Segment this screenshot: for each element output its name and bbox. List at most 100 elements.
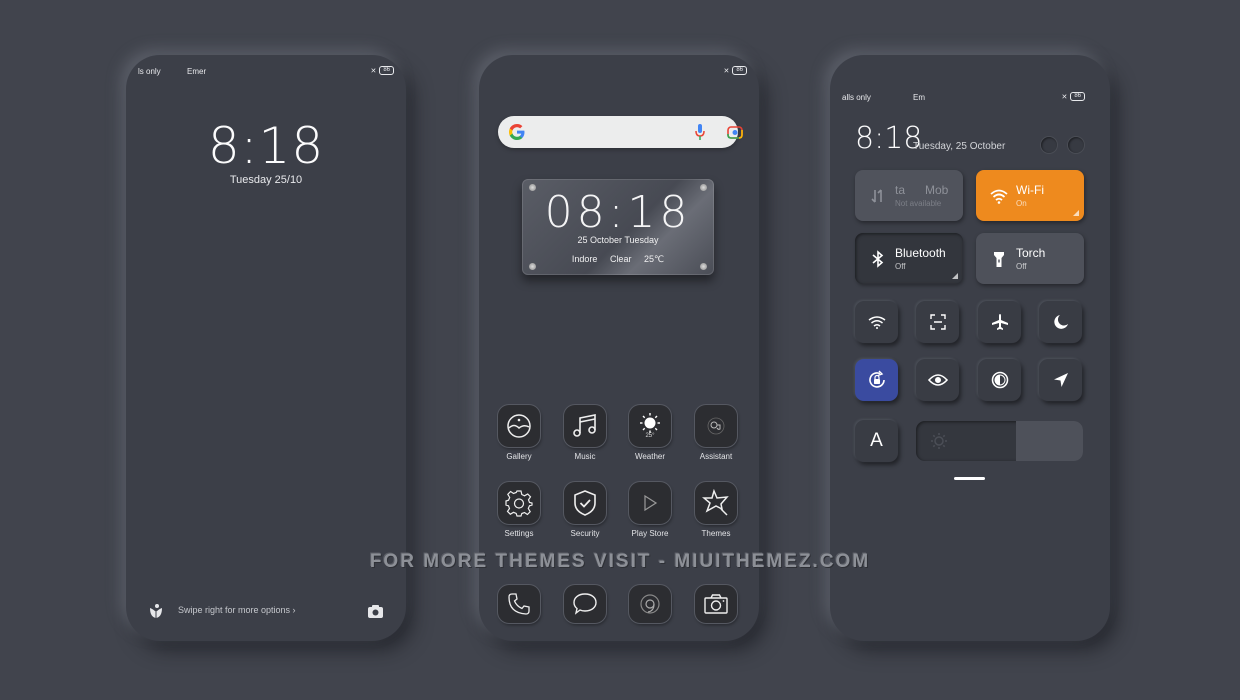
app-gallery[interactable]: Gallery: [489, 405, 549, 461]
expand-corner-icon[interactable]: [1073, 210, 1079, 216]
mobile-data-icon: [871, 189, 882, 203]
camera-icon: [704, 594, 728, 614]
widget-weather: Indore Clear 25℃: [522, 254, 714, 265]
battery-indicator: 86: [732, 66, 747, 75]
tile-title: Wi-Fi: [1016, 183, 1044, 197]
weather-icon: [640, 413, 660, 433]
google-g-icon: [509, 124, 525, 140]
toggle-airplane[interactable]: [978, 301, 1021, 343]
tile-title: Bluetooth: [895, 246, 946, 260]
widget-city: Indore: [571, 254, 598, 264]
app-themes[interactable]: Themes: [686, 482, 746, 538]
carrier-text: alls only: [842, 93, 871, 102]
status-bar: ls only Emer ✕ 86: [126, 65, 406, 79]
dock-camera[interactable]: [686, 585, 746, 623]
no-sim-icon: ✕: [723, 67, 730, 75]
dock-phone[interactable]: [489, 585, 549, 623]
contrast-icon: [991, 371, 1008, 389]
tile-bluetooth[interactable]: Bluetooth Off: [855, 233, 963, 284]
torch-icon: [994, 252, 1004, 267]
carrier-text-2: Em: [913, 93, 925, 102]
app-play-store[interactable]: Play Store: [620, 482, 680, 538]
brightness-icon: [931, 433, 947, 449]
weather-badge: 25°: [645, 433, 655, 439]
cc-date: Tuesday, 25 October: [913, 141, 1006, 152]
lens-icon[interactable]: [727, 124, 743, 140]
app-label: Gallery: [506, 452, 532, 461]
flower-icon[interactable]: [148, 603, 164, 619]
dock-messages[interactable]: [555, 585, 615, 623]
security-icon: [574, 490, 596, 516]
location-icon: [1053, 373, 1068, 387]
camera-icon[interactable]: [367, 603, 384, 619]
gallery-icon: [507, 414, 531, 438]
wifi-icon: [990, 189, 1008, 204]
bluetooth-icon: [872, 250, 884, 268]
app-label: Weather: [634, 452, 666, 461]
no-sim-icon: ✕: [1061, 93, 1068, 101]
tile-torch[interactable]: Torch Off: [976, 233, 1084, 284]
tile-title: Torch: [1016, 246, 1046, 260]
assistant-icon: [707, 417, 725, 435]
music-icon: [573, 414, 596, 437]
edit-shortcut-icon[interactable]: [1068, 137, 1084, 153]
no-sim-icon: ✕: [370, 67, 377, 75]
clock-weather-widget[interactable]: 08:18 25 October Tuesday Indore Clear 25…: [522, 179, 714, 275]
dock-chrome[interactable]: [620, 585, 680, 623]
tile-title: ta Mob: [895, 183, 949, 197]
app-label: Assistant: [699, 452, 733, 461]
toggle-location[interactable]: [1039, 359, 1082, 401]
hotspot-icon: [868, 316, 885, 329]
widget-clock: 08:18: [544, 187, 692, 238]
themes-icon: [702, 489, 729, 516]
settings-shortcut-icon[interactable]: [1041, 137, 1057, 153]
tile-wifi[interactable]: Wi-Fi On: [976, 170, 1084, 221]
battery-indicator: 86: [379, 66, 394, 75]
status-bar: ✕ 86: [479, 65, 759, 79]
expand-corner-icon[interactable]: [952, 273, 958, 279]
eye-icon: [927, 374, 948, 386]
watermark-text: FOR MORE THEMES VISIT - MIUITHEMEZ.COM: [369, 551, 871, 572]
google-search-bar[interactable]: [498, 116, 743, 148]
moon-icon: [1053, 315, 1068, 329]
tile-subtitle: Off: [895, 262, 906, 271]
tile-subtitle: Not available: [895, 199, 942, 208]
app-weather[interactable]: 25° Weather: [620, 405, 680, 461]
swipe-hint: Swipe right for more options ›: [178, 605, 296, 615]
app-music[interactable]: Music: [555, 405, 615, 461]
brightness-track-remaining: [1016, 421, 1083, 461]
tile-subtitle: Off: [1016, 262, 1027, 271]
app-label: Music: [574, 452, 596, 461]
lock-date: Tuesday 25/10: [229, 174, 303, 186]
font-size-button[interactable]: A: [855, 420, 898, 462]
app-label: Themes: [701, 529, 731, 538]
gesture-handle[interactable]: [954, 477, 985, 480]
toggle-dark-mode[interactable]: [1039, 301, 1082, 343]
battery-indicator: 86: [1070, 92, 1085, 101]
play-store-icon: [644, 494, 658, 512]
chrome-icon: [640, 594, 660, 614]
toggle-contrast[interactable]: [978, 359, 1021, 401]
tile-mobile-data[interactable]: ta Mob Not available: [855, 170, 963, 221]
brightness-slider[interactable]: [916, 421, 1083, 461]
widget-temp: 25℃: [643, 254, 665, 264]
carrier-text: ls only: [138, 67, 161, 76]
app-label: Security: [570, 529, 600, 538]
toggle-reading-mode[interactable]: [916, 359, 959, 401]
app-security[interactable]: Security: [555, 482, 615, 538]
scan-icon: [929, 314, 946, 330]
lock-clock: 8:18: [207, 117, 325, 175]
app-label: Play Store: [631, 529, 669, 538]
app-settings[interactable]: Settings: [489, 482, 549, 538]
carrier-text-2: Emer: [187, 67, 207, 76]
toggle-rotation-lock[interactable]: [855, 359, 898, 401]
lock-bottom-bar: Swipe right for more options ›: [126, 601, 406, 621]
tile-subtitle: On: [1016, 199, 1027, 208]
toggle-scanner[interactable]: [916, 301, 959, 343]
app-assistant[interactable]: Assistant: [686, 405, 746, 461]
settings-icon: [505, 490, 533, 517]
mic-icon[interactable]: [694, 123, 706, 141]
status-bar: alls only Em ✕ 86: [830, 91, 1110, 105]
toggle-hotspot[interactable]: [855, 301, 898, 343]
airplane-icon: [991, 314, 1008, 330]
